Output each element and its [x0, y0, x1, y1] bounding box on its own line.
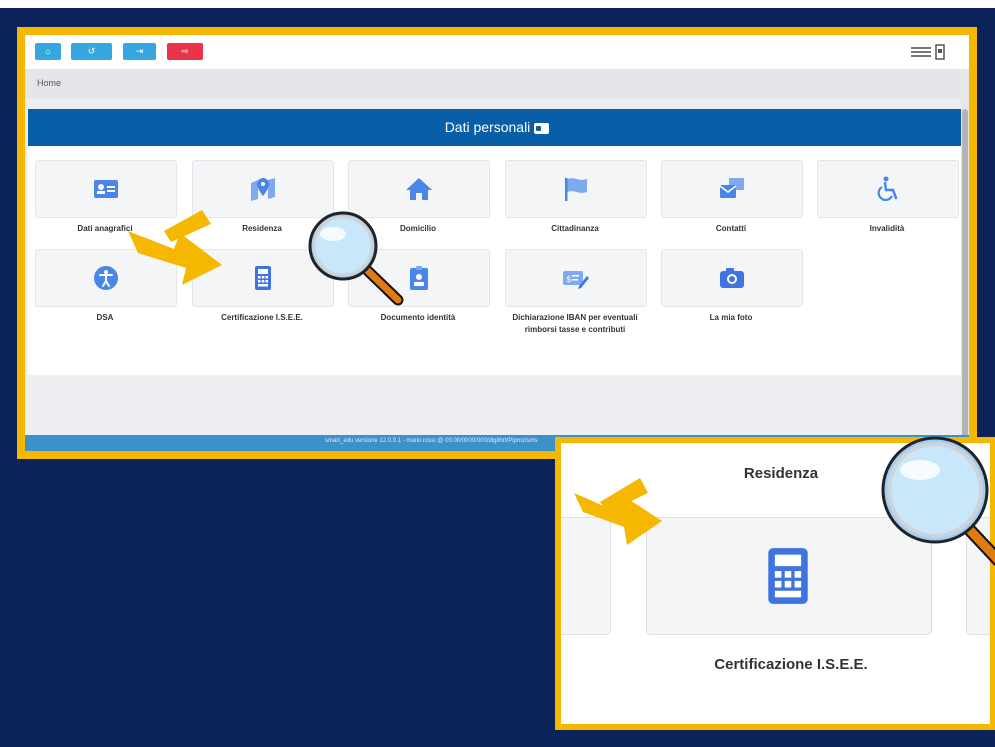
accessibility-icon: [94, 266, 118, 290]
map-marker-icon: [251, 178, 275, 201]
tile-label: La mia foto: [709, 313, 753, 322]
breadcrumb-home-link[interactable]: Home: [37, 78, 61, 88]
screenshot-frame: ⌂ ↺ ⇥ ⇨ Home Dati personali Dati anagraf…: [17, 27, 977, 459]
zoom-inset: Residenza Certificazione I.S.E.E.: [561, 443, 990, 724]
tile-dati-anagrafici[interactable]: [35, 160, 177, 218]
tile-label-line: rimborsi tasse e contributi: [524, 325, 626, 334]
tile-label: Invalidità: [869, 224, 905, 233]
switch-icon: ⇥: [135, 46, 144, 56]
breadcrumb: Home: [25, 69, 969, 99]
top-strip: [0, 0, 995, 8]
top-toolbar: ⌂ ↺ ⇥ ⇨: [25, 35, 969, 69]
svg-text:$: $: [566, 275, 572, 285]
logout-button[interactable]: ⇨: [167, 43, 203, 60]
id-card-icon: [94, 180, 118, 198]
flag-icon: [565, 178, 587, 201]
tile-label-line: Dichiarazione IBAN per eventuali: [512, 313, 638, 322]
tile-domicilio[interactable]: [348, 160, 490, 218]
tile-cittadinanza[interactable]: [505, 160, 647, 218]
zoom-inset-frame: Residenza Certificazione I.S.E.E.: [555, 437, 995, 730]
home-icon: [406, 178, 432, 200]
undo-button[interactable]: ↺: [71, 43, 112, 60]
tile-label: Dichiarazione IBAN per eventuali rimbors…: [485, 312, 665, 336]
tile-dichiarazione-iban[interactable]: $: [505, 249, 647, 307]
tile-certificazione-isee[interactable]: [192, 249, 334, 307]
tile-residenza[interactable]: [192, 160, 334, 218]
panel-title: Dati personali: [444, 119, 531, 135]
logout-icon: ⇨: [181, 46, 189, 56]
tile-invalidita[interactable]: [817, 160, 959, 218]
scrollbar-thumb[interactable]: [962, 109, 968, 439]
zoom-tile-left: [561, 517, 611, 635]
dati-personali-panel: Dati personali Dati anagrafici Residenza…: [28, 109, 966, 375]
panel-header: Dati personali: [28, 109, 966, 146]
switch-button[interactable]: ⇥: [123, 43, 156, 60]
tile-la-mia-foto[interactable]: [661, 249, 803, 307]
tile-dsa[interactable]: [35, 249, 177, 307]
tile-label: Contatti: [715, 224, 747, 233]
id-badge-icon: [410, 266, 428, 290]
tile-label: Dati anagrafici: [77, 224, 133, 233]
money-edit-icon: $: [563, 271, 589, 289]
tile-label: Cittadinanza: [551, 224, 599, 233]
wheelchair-icon: [877, 176, 898, 201]
tile-label: Domicilio: [399, 224, 436, 233]
undo-icon: ↺: [87, 46, 96, 56]
envelope-icon: [719, 178, 744, 198]
zoom-tile-certificazione-isee[interactable]: [646, 517, 932, 635]
id-card-small-icon: [534, 122, 550, 134]
tile-label: DSA: [96, 313, 114, 322]
tile-label: Documento identità: [380, 313, 456, 322]
home-icon: ⌂: [45, 46, 51, 56]
scrollbar[interactable]: [961, 69, 969, 439]
home-button[interactable]: ⌂: [35, 43, 61, 60]
zoom-residenza-label: Residenza: [743, 465, 819, 482]
tile-documento-identita[interactable]: [348, 249, 490, 307]
tile-label: Certificazione I.S.E.E.: [221, 313, 303, 322]
camera-icon: [720, 268, 744, 288]
zoom-tile-right: [966, 517, 990, 635]
app-window: ⌂ ↺ ⇥ ⇨ Home Dati personali Dati anagraf…: [25, 35, 969, 451]
calculator-icon: [255, 266, 271, 290]
zoom-certificazione-label: Certificazione I.S.E.E.: [714, 656, 868, 673]
tile-label: Residenza: [242, 224, 282, 233]
calculator-icon: [768, 548, 808, 604]
school-logo-icon: [911, 44, 945, 60]
footer-version-text: smart_edu versione 12.0.0.1 - mario.ross…: [325, 438, 538, 444]
tile-contatti[interactable]: [661, 160, 803, 218]
